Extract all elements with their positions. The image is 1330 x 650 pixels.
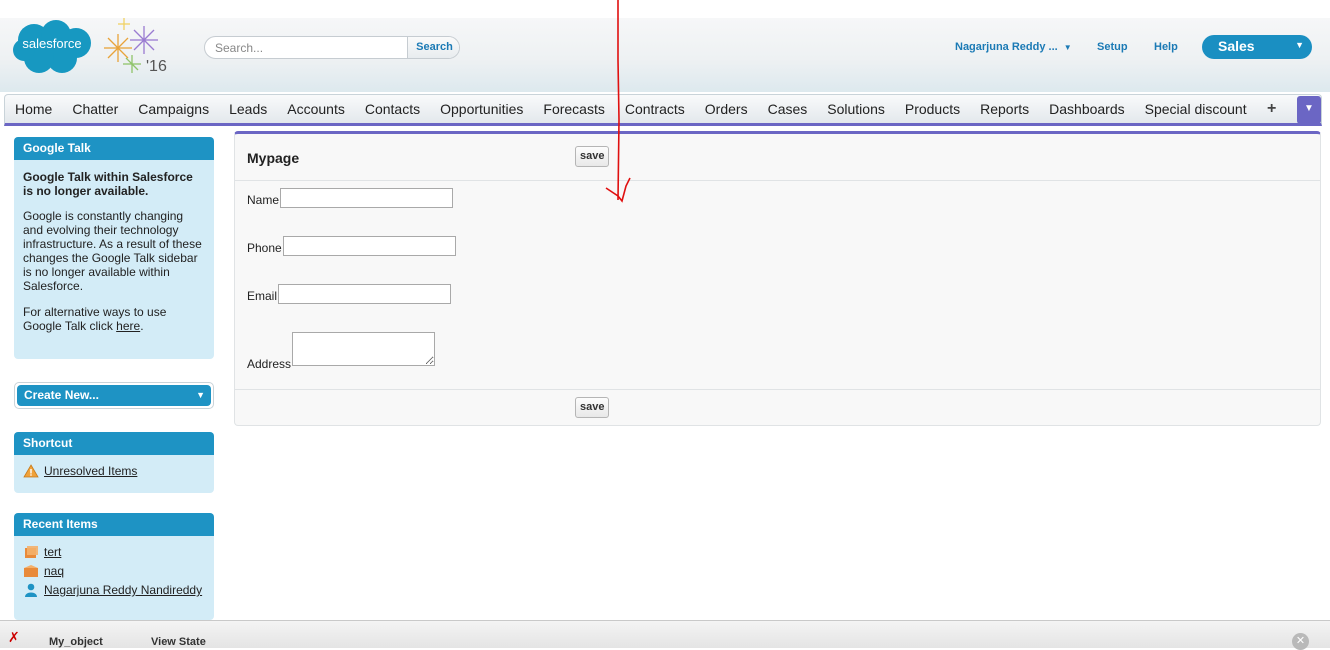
google-talk-text: Google is constantly changing and evolvi… [23,209,202,293]
tab-reports[interactable]: Reports [970,95,1039,123]
tab-list: Home Chatter Campaigns Leads Accounts Co… [5,95,1257,123]
global-header: salesforce '16 Search... Search Nagarjun… [0,18,1330,92]
create-new-label: Create New... [24,388,99,402]
all-tabs-plus-icon[interactable]: + [1267,95,1276,123]
unresolved-items-link[interactable]: Unresolved Items [44,464,137,478]
google-talk-title: Google Talk [14,137,214,160]
dev-tab-my-object[interactable]: My_object [49,636,103,648]
recent-items-panel: Recent Items tert naq Nagarjuna Reddy Na… [14,513,214,620]
logo-text: salesforce [22,36,81,51]
developer-footer: ✗ My_object View State ✕ [0,620,1330,650]
shortcut-title: Shortcut [14,432,214,455]
salesforce-logo[interactable]: salesforce [12,18,94,76]
recent-item-link[interactable]: Nagarjuna Reddy Nandireddy [44,583,202,597]
name-label: Name [247,193,280,207]
tab-campaigns[interactable]: Campaigns [128,95,219,123]
help-link[interactable]: Help [1154,41,1178,53]
tab-leads[interactable]: Leads [219,95,277,123]
chevron-down-icon: ▼ [1295,40,1304,50]
recent-items-title: Recent Items [14,513,214,536]
google-talk-here-link[interactable]: here [116,319,140,333]
recent-item-link[interactable]: tert [44,545,61,559]
custom-object-icon [25,546,38,558]
page-block-header: Mypage save [235,134,1320,181]
tab-chatter[interactable]: Chatter [62,95,128,123]
tab-opportunities[interactable]: Opportunities [430,95,533,123]
page-block: Mypage save Name Phone Email Address sav… [234,131,1321,426]
tab-contacts[interactable]: Contacts [355,95,430,123]
page-title: Mypage [247,150,300,166]
user-menu[interactable]: Nagarjuna Reddy ... ▼ [955,41,1072,53]
create-new-dropdown[interactable]: Create New... ▼ [14,382,214,409]
setup-link[interactable]: Setup [1097,41,1128,53]
tab-bar: Home Chatter Campaigns Leads Accounts Co… [4,94,1322,126]
tab-forecasts[interactable]: Forecasts [533,95,614,123]
search-input[interactable] [205,37,407,58]
google-talk-panel: Google Talk Google Talk within Salesforc… [14,137,214,359]
tab-dashboards[interactable]: Dashboards [1039,95,1135,123]
email-label: Email [247,289,278,303]
google-talk-heading: Google Talk within Salesforce is no long… [23,170,193,198]
google-talk-alternative: For alternative ways to use Google Talk … [23,305,205,333]
create-new-button[interactable]: Create New... ▼ [17,385,211,406]
sidebar: Google Talk Google Talk within Salesforc… [14,137,214,620]
name-field[interactable] [280,188,453,208]
app-picker[interactable]: Sales ▼ [1202,35,1312,59]
tab-products[interactable]: Products [895,95,970,123]
tab-home[interactable]: Home [5,95,62,123]
user-menu-label: Nagarjuna Reddy ... [955,41,1058,53]
save-button[interactable]: save [575,397,610,418]
google-talk-alt-prefix: For alternative ways to use Google Talk … [23,305,167,333]
tab-accounts[interactable]: Accounts [277,95,355,123]
search-button[interactable]: Search [407,37,459,58]
tab-solutions[interactable]: Solutions [817,95,895,123]
search-box: Search [204,36,460,59]
list-item: Nagarjuna Reddy Nandireddy [23,583,205,597]
shortcut-panel: Shortcut Unresolved Items [14,432,214,493]
app-picker-label: Sales [1218,38,1255,54]
recent-item-link[interactable]: naq [44,564,64,578]
release-badge: '16 [146,58,167,75]
shortcut-body: Unresolved Items [14,455,214,493]
custom-object-icon [24,565,38,577]
more-tabs-chevron-down-icon[interactable]: ▼ [1297,96,1321,124]
tab-cases[interactable]: Cases [758,95,818,123]
tab-orders[interactable]: Orders [695,95,758,123]
phone-label: Phone [247,241,282,255]
tab-contracts[interactable]: Contracts [615,95,695,123]
google-talk-body: Google Talk within Salesforce is no long… [14,160,214,359]
close-developer-mode-icon[interactable]: ✗ [8,629,20,646]
tab-special-discount[interactable]: Special discount [1135,95,1257,123]
page-block-footer: save [235,389,1320,426]
address-label: Address [247,357,292,371]
list-item: tert [23,545,205,559]
list-item: Unresolved Items [23,464,205,478]
chevron-down-icon: ▼ [196,390,205,400]
save-button[interactable]: save [575,146,610,167]
address-field[interactable] [292,332,435,366]
phone-field[interactable] [283,236,456,256]
chevron-down-icon: ▼ [1063,43,1072,52]
email-field[interactable] [278,284,451,304]
warning-icon [23,464,39,478]
google-talk-alt-suffix: . [140,319,144,333]
close-icon[interactable]: ✕ [1292,633,1309,650]
dev-tab-view-state[interactable]: View State [151,636,206,648]
recent-items-body: tert naq Nagarjuna Reddy Nandireddy [14,536,214,620]
list-item: naq [23,564,205,578]
user-icon [25,583,37,597]
